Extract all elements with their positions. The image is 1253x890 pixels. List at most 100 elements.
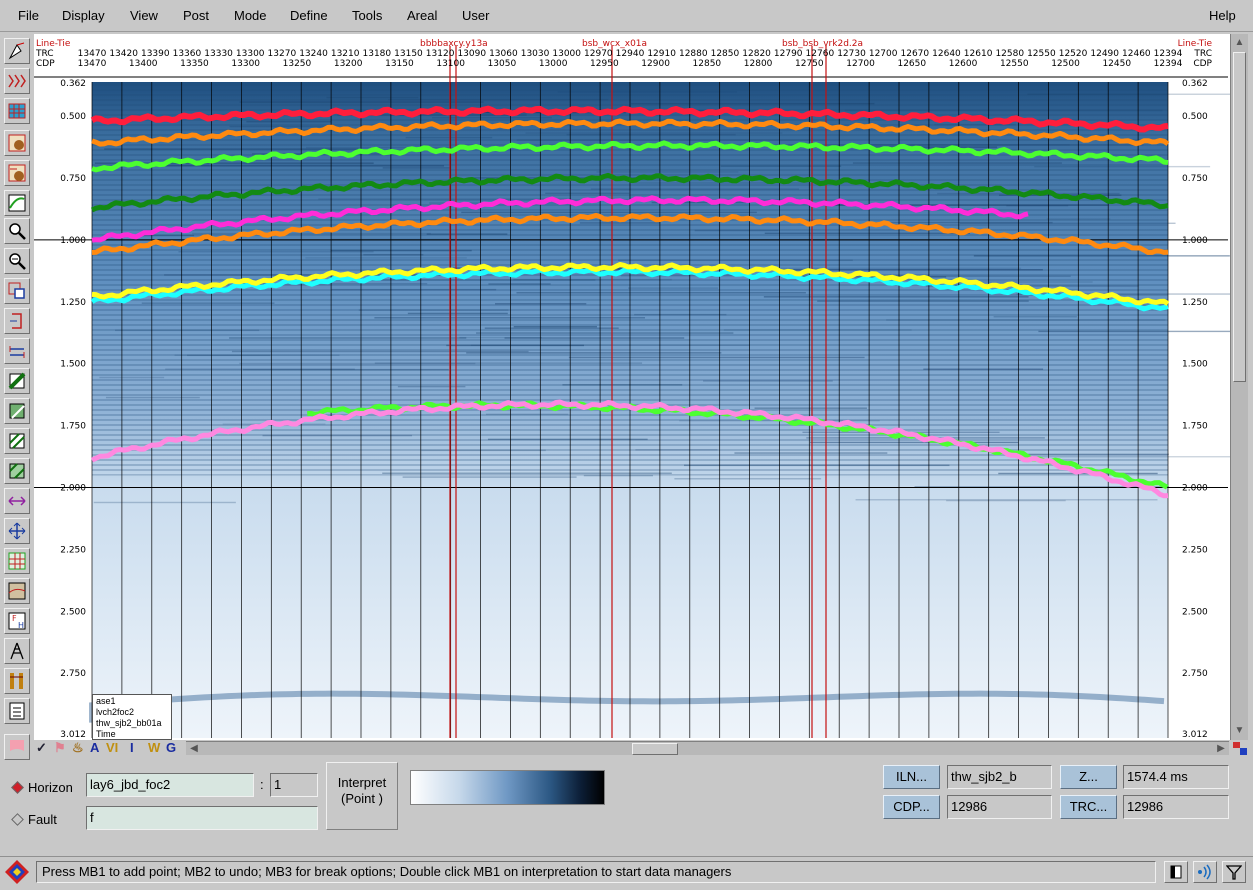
vertical-scroll-thumb[interactable] bbox=[1233, 52, 1246, 382]
bracket-icon[interactable] bbox=[4, 308, 30, 334]
header-left-label: TRC bbox=[35, 49, 54, 59]
horizon-flip-icon[interactable] bbox=[4, 160, 30, 186]
menu-user[interactable]: User bbox=[462, 8, 489, 23]
time-tick-label: 1.000 bbox=[60, 236, 86, 246]
horizontal-scrollbar[interactable]: ◀ ▶ bbox=[186, 741, 1229, 755]
zoom-out-icon[interactable] bbox=[4, 248, 30, 274]
shade-a-icon[interactable] bbox=[4, 368, 30, 394]
cdp-tick-label: 13470 bbox=[78, 59, 107, 69]
trc-tick-label: 13150 bbox=[394, 49, 423, 59]
svg-text:H: H bbox=[18, 621, 24, 630]
zoom-in-icon[interactable] bbox=[4, 218, 30, 244]
menu-display[interactable]: Display bbox=[62, 8, 105, 23]
fault-radio[interactable] bbox=[11, 813, 24, 826]
grid-table-icon[interactable] bbox=[4, 98, 30, 124]
book-icon[interactable] bbox=[1164, 861, 1188, 883]
trc-tick-label: 13420 bbox=[109, 49, 138, 59]
menu-define[interactable]: Define bbox=[290, 8, 328, 23]
numbered-list-icon[interactable] bbox=[4, 698, 30, 724]
reflector-streak bbox=[872, 221, 1053, 224]
cdp-tick-label: 12394 bbox=[1154, 59, 1183, 69]
flag-tool-icon[interactable] bbox=[4, 734, 30, 760]
time-tick-label: 1.250 bbox=[1182, 298, 1208, 308]
arrows-lr-icon[interactable] bbox=[4, 488, 30, 514]
menu-file[interactable]: File bbox=[18, 8, 39, 23]
cdp-tick-label: 12850 bbox=[693, 59, 722, 69]
color-scale-bar[interactable] bbox=[410, 770, 605, 805]
trc-value: 12986 bbox=[1123, 795, 1229, 819]
cdp-tick-label: 12650 bbox=[897, 59, 926, 69]
line-tie-icon[interactable] bbox=[4, 68, 30, 94]
menu-mode[interactable]: Mode bbox=[234, 8, 267, 23]
menu-areal[interactable]: Areal bbox=[407, 8, 437, 23]
reflector-streak bbox=[363, 253, 424, 256]
reflector-streak bbox=[683, 464, 950, 467]
horizon-radio[interactable] bbox=[11, 781, 24, 794]
shade-b-icon[interactable] bbox=[4, 398, 30, 424]
link-icon[interactable] bbox=[4, 338, 30, 364]
cdp-tick-label: 12550 bbox=[1000, 59, 1029, 69]
trc-tick-label: 12490 bbox=[1090, 49, 1119, 59]
shade-d-icon[interactable] bbox=[4, 458, 30, 484]
vertical-scrollbar[interactable]: ▲ ▼ bbox=[1230, 34, 1248, 740]
legend-item: ase1 bbox=[96, 696, 116, 706]
move-icon[interactable] bbox=[4, 518, 30, 544]
pointer-tool-icon[interactable] bbox=[4, 38, 30, 64]
trc-tick-label: 13180 bbox=[363, 49, 392, 59]
w-icon[interactable]: W bbox=[148, 740, 160, 756]
checkmark-icon[interactable]: ✓ bbox=[36, 740, 47, 756]
seismic-section-view[interactable]: bbbbaxcy.y13a bsb_wcx_x01a bsb_bsb_vrk2d.2… bbox=[34, 34, 1230, 740]
horizon-pick-icon[interactable] bbox=[4, 130, 30, 156]
trc-button[interactable]: TRC... bbox=[1060, 795, 1117, 819]
trc-tick-label: 13390 bbox=[141, 49, 170, 59]
corner-icon[interactable] bbox=[1232, 741, 1248, 756]
legend-item: thw_sjb2_bb01a bbox=[96, 718, 162, 728]
reflector-streak bbox=[461, 211, 757, 214]
menu-help[interactable]: Help bbox=[1209, 8, 1236, 23]
reflector-streak bbox=[720, 165, 842, 167]
i-icon[interactable]: I bbox=[130, 740, 134, 756]
reflector-streak bbox=[476, 332, 734, 334]
filter-icon[interactable] bbox=[1222, 861, 1246, 883]
reflector-streak bbox=[187, 354, 271, 357]
interpret-mode-box[interactable]: Interpret (Point ) bbox=[326, 762, 398, 830]
iln-button[interactable]: ILN... bbox=[883, 765, 940, 789]
grid-icon[interactable] bbox=[4, 548, 30, 574]
reflector-streak bbox=[504, 337, 685, 339]
horizon-index-field[interactable]: 1 bbox=[270, 773, 318, 797]
scroll-down-icon[interactable]: ▼ bbox=[1233, 724, 1246, 738]
g-icon[interactable]: G bbox=[166, 740, 176, 756]
z-button[interactable]: Z... bbox=[1060, 765, 1117, 789]
scroll-up-icon[interactable]: ▲ bbox=[1233, 36, 1246, 50]
shade-c-icon[interactable] bbox=[4, 428, 30, 454]
trc-tick-label: 12670 bbox=[901, 49, 930, 59]
horizon-label: Horizon bbox=[28, 780, 73, 795]
derrick-icon[interactable] bbox=[4, 638, 30, 664]
broadcast-icon[interactable] bbox=[1193, 861, 1217, 883]
scroll-left-icon[interactable]: ◀ bbox=[187, 742, 201, 755]
vi-icon[interactable]: VI bbox=[106, 740, 118, 756]
cdp-tick-label: 13300 bbox=[231, 59, 260, 69]
menu-post[interactable]: Post bbox=[183, 8, 209, 23]
flag-icon[interactable]: ⚑ bbox=[54, 740, 66, 756]
cdp-button[interactable]: CDP... bbox=[883, 795, 940, 819]
zoom-box-icon[interactable] bbox=[4, 278, 30, 304]
fault-heave-icon[interactable]: FH bbox=[4, 608, 30, 634]
horizon-name-field[interactable]: lay6_jbd_foc2 bbox=[86, 773, 254, 797]
annotation-a-icon[interactable]: A bbox=[90, 740, 99, 756]
cdp-tick-label: 13250 bbox=[283, 59, 312, 69]
scroll-right-icon[interactable]: ▶ bbox=[1214, 742, 1228, 755]
seismic-canvas[interactable]: bbbbaxcy.y13a bsb_wcx_x01a bsb_bsb_vrk2d.2… bbox=[34, 34, 1230, 740]
horizon-curve-icon[interactable] bbox=[4, 190, 30, 216]
reflector-streak bbox=[923, 368, 1044, 370]
map-icon[interactable] bbox=[4, 578, 30, 604]
fault-name-field[interactable]: f bbox=[86, 806, 318, 830]
paint-icon[interactable]: ♨ bbox=[72, 740, 84, 756]
time-tick-label: 2.000 bbox=[1182, 483, 1208, 493]
cdp-tick-label: 12600 bbox=[949, 59, 978, 69]
menu-tools[interactable]: Tools bbox=[352, 8, 382, 23]
tools-icon[interactable] bbox=[4, 668, 30, 694]
menu-view[interactable]: View bbox=[130, 8, 158, 23]
horizontal-scroll-thumb[interactable] bbox=[632, 743, 678, 755]
reflector-streak bbox=[405, 136, 493, 139]
